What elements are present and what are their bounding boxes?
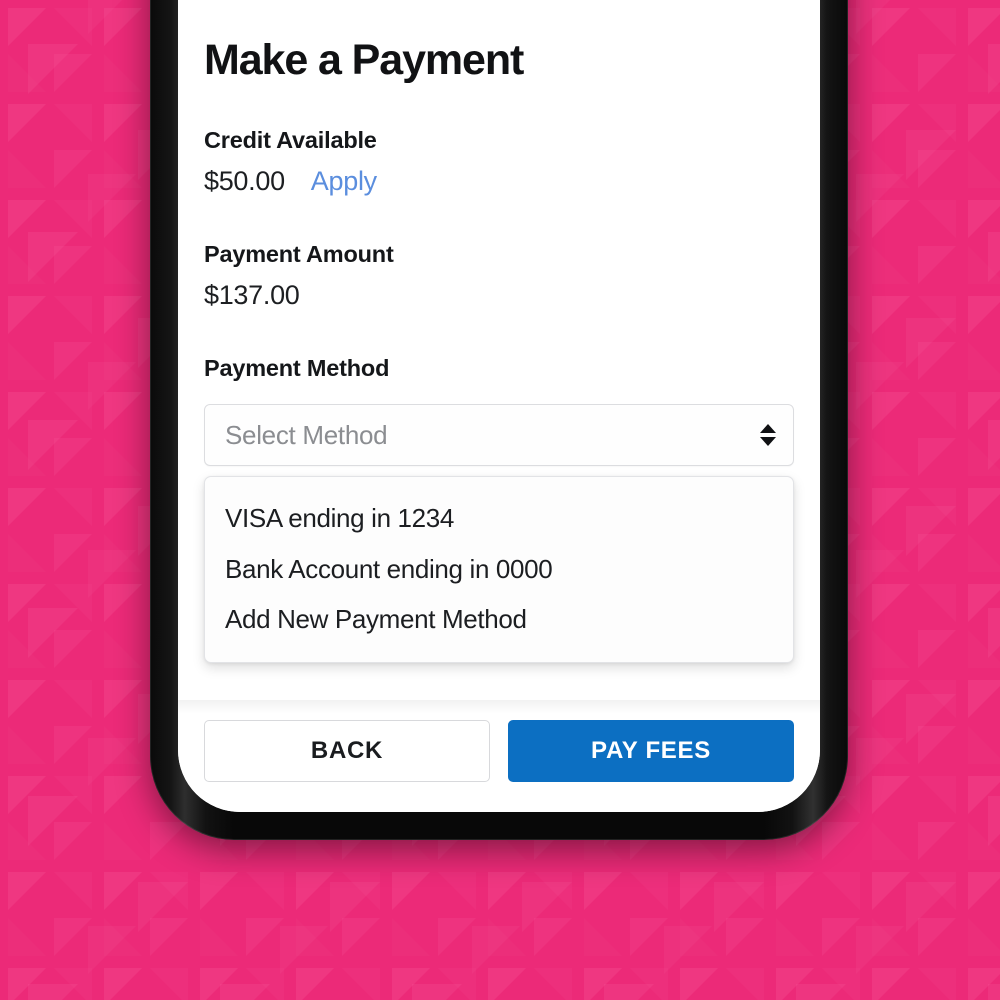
payment-amount-label: Payment Amount xyxy=(204,241,394,268)
credit-available-label: Credit Available xyxy=(204,127,377,154)
footer-divider xyxy=(178,700,820,714)
dropdown-option-add-new-method[interactable]: Add New Payment Method xyxy=(205,594,793,644)
dropdown-option-visa[interactable]: VISA ending in 1234 xyxy=(205,493,793,543)
apply-credit-link[interactable]: Apply xyxy=(311,166,377,197)
chevron-up-icon xyxy=(760,424,776,434)
updown-stepper-icon[interactable] xyxy=(759,418,777,452)
phone-device-frame: Make a Payment Credit Available $50.00 A… xyxy=(150,0,848,840)
payment-amount-value: $137.00 xyxy=(204,280,300,311)
footer-action-bar: BACK PAY FEES xyxy=(178,700,820,812)
dropdown-option-bank-account[interactable]: Bank Account ending in 0000 xyxy=(205,544,793,594)
credit-available-row: $50.00 Apply xyxy=(204,166,794,197)
credit-available-amount: $50.00 xyxy=(204,166,285,197)
chevron-down-icon xyxy=(760,437,776,447)
payment-method-dropdown[interactable]: VISA ending in 1234 Bank Account ending … xyxy=(204,476,794,664)
payment-form-content: Make a Payment Credit Available $50.00 A… xyxy=(178,0,820,700)
payment-amount-row: $137.00 xyxy=(204,280,794,311)
page-title: Make a Payment xyxy=(204,36,524,84)
payment-method-select-placeholder: Select Method xyxy=(225,419,388,450)
back-button[interactable]: BACK xyxy=(204,720,490,782)
payment-method-label: Payment Method xyxy=(204,355,390,382)
payment-method-select-wrap: Select Method VISA ending in 1234 Bank A… xyxy=(204,404,794,664)
pay-fees-button[interactable]: PAY FEES xyxy=(508,720,794,782)
phone-screen: Make a Payment Credit Available $50.00 A… xyxy=(178,0,820,812)
payment-method-select[interactable]: Select Method xyxy=(204,404,794,467)
